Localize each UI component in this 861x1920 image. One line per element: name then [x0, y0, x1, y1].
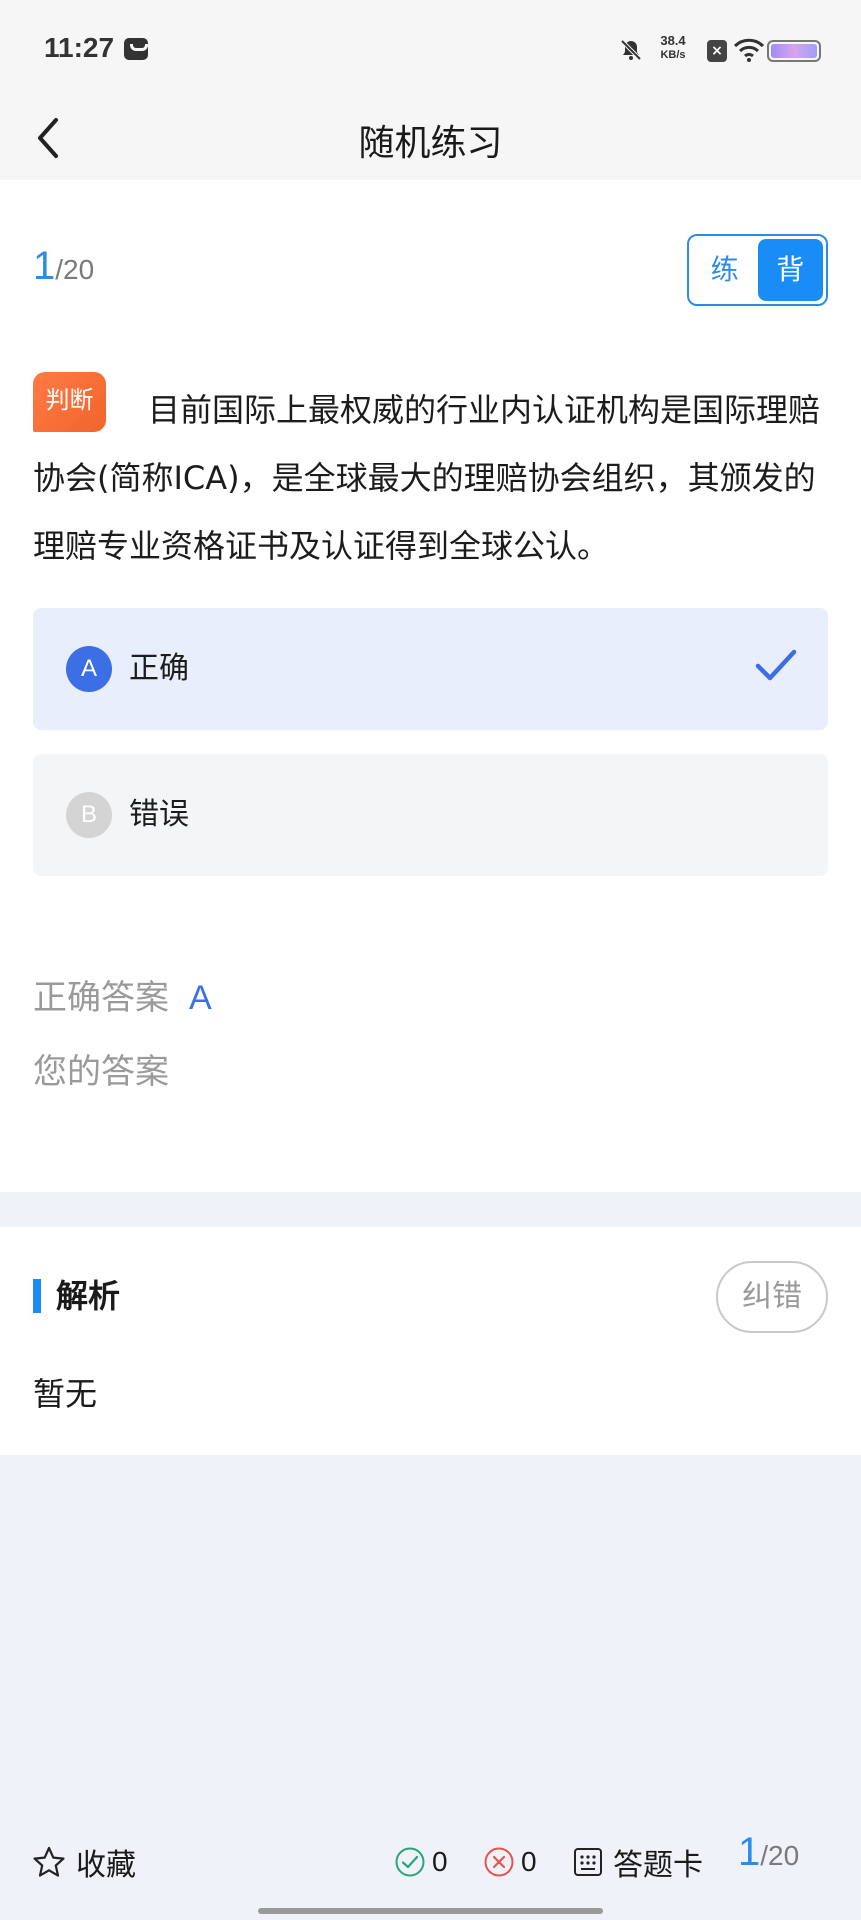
network-speed: 38.4 KB/s	[651, 34, 695, 62]
nav-bar: 随机练习	[0, 100, 861, 180]
wrong-count: 0	[483, 1844, 537, 1878]
option-label: 错误	[129, 797, 189, 832]
mode-toggle: 练 背	[687, 234, 828, 306]
option-a[interactable]: A 正确	[33, 608, 828, 730]
correct-count-value: 0	[432, 1846, 448, 1877]
mail-notification-icon	[124, 38, 148, 60]
network-speed-value: 38.4	[660, 33, 686, 48]
your-answer-label: 您的答案	[33, 1052, 169, 1092]
option-label: 正确	[129, 651, 189, 686]
answer-card-icon	[574, 1848, 602, 1876]
analysis-title: 解析	[56, 1277, 121, 1315]
correct-answer-row: 正确答案 A	[33, 970, 212, 1019]
option-b[interactable]: B 错误	[33, 754, 828, 876]
status-bar: 11:27 38.4 KB/s ×	[0, 0, 861, 100]
correct-answer-label: 正确答案	[33, 978, 169, 1018]
question-text: 目前国际上最权威的行业内认证机构是国际理赔协会(简称ICA)，是全球最大的理赔协…	[33, 391, 821, 565]
bottom-progress-current: 1	[738, 1830, 761, 1874]
question-progress: 1/20	[33, 244, 94, 289]
answer-card-button[interactable]: 答题卡	[573, 1840, 703, 1884]
option-letter: A	[66, 646, 112, 692]
correct-answer-value: A	[189, 979, 212, 1017]
analysis-content: 暂无	[33, 1375, 98, 1413]
correct-count: 0	[394, 1844, 448, 1878]
bell-muted-icon	[620, 39, 642, 61]
mode-practice-button[interactable]: 练	[692, 239, 758, 301]
your-answer-row: 您的答案	[33, 1044, 189, 1093]
page-title: 随机练习	[358, 123, 503, 164]
bottom-progress: 1/20	[738, 1830, 799, 1875]
star-icon	[33, 1846, 65, 1877]
network-speed-unit: KB/s	[660, 49, 686, 61]
bottom-progress-total: /20	[760, 1840, 800, 1871]
sim-x-icon: ×	[707, 40, 727, 62]
mode-recite-button[interactable]: 背	[757, 239, 823, 301]
question-card: 1/20 练 背 判断 目前国际上最权威的行业内认证机构是国际理赔协会(简称IC…	[0, 180, 861, 1192]
correct-circle-icon	[395, 1847, 425, 1877]
section-accent-bar	[33, 1279, 41, 1313]
analysis-card: 解析 纠错 暂无	[0, 1227, 861, 1455]
favorite-button[interactable]: 收藏	[32, 1840, 136, 1884]
home-indicator[interactable]	[258, 1908, 603, 1914]
status-time: 11:27	[44, 32, 115, 63]
battery-level	[771, 44, 817, 58]
wrong-circle-icon	[484, 1847, 514, 1877]
wifi-icon	[733, 38, 765, 62]
report-error-button[interactable]: 纠错	[716, 1261, 828, 1333]
option-letter: B	[66, 792, 112, 838]
favorite-label: 收藏	[76, 1848, 136, 1883]
progress-total: /20	[55, 254, 95, 285]
wrong-count-value: 0	[521, 1846, 537, 1877]
check-icon	[755, 649, 797, 681]
answer-card-label: 答题卡	[613, 1848, 703, 1883]
battery-icon	[767, 40, 821, 62]
progress-current: 1	[33, 244, 56, 288]
bottom-bar: 收藏 0 0 答题卡 1/20	[0, 1820, 861, 1900]
